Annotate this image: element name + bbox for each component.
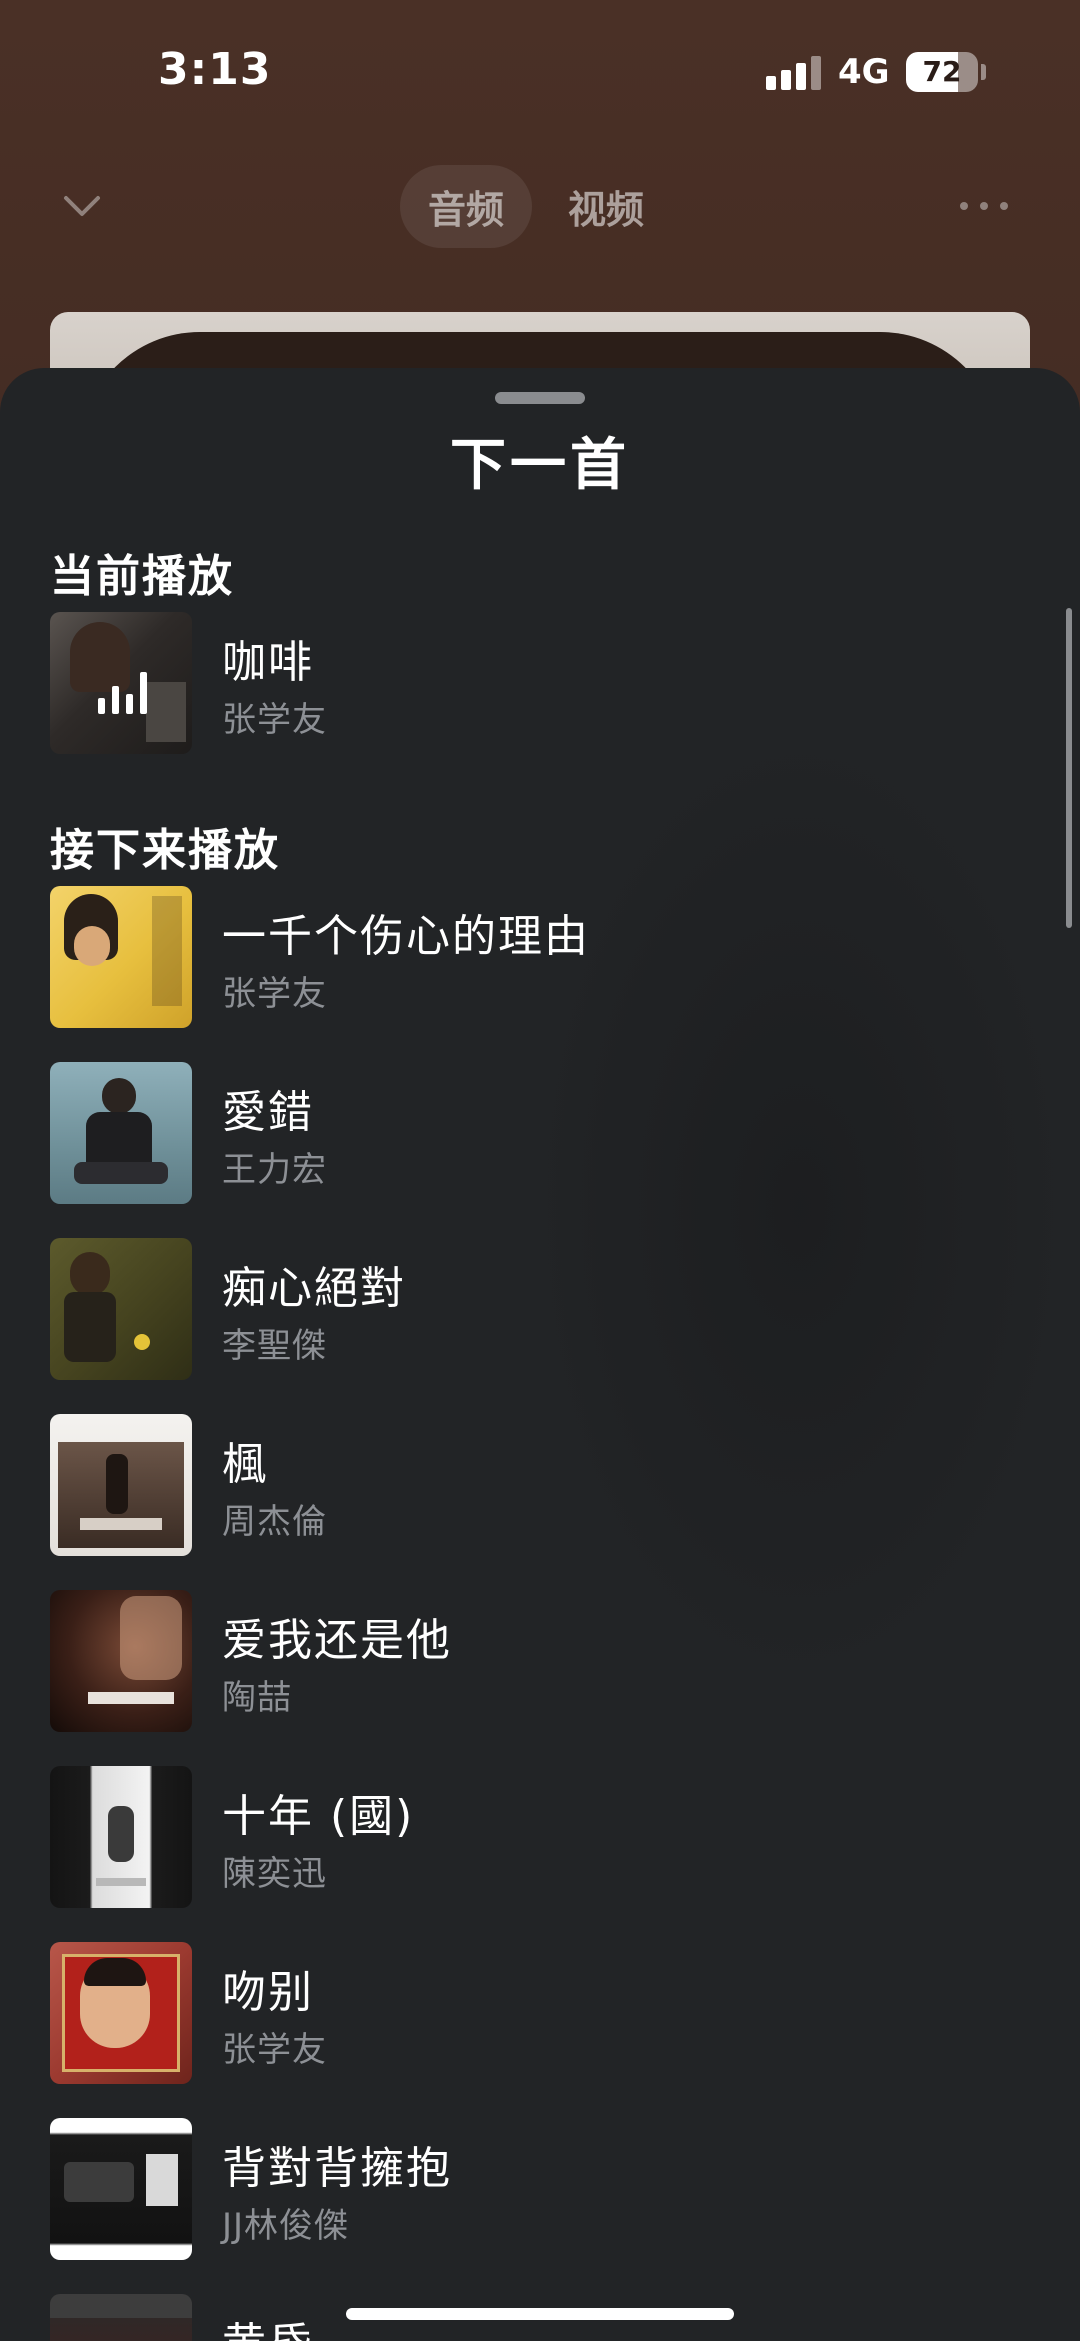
queue-item[interactable]: 楓 周杰倫	[50, 1414, 1030, 1556]
song-title: 吻别	[222, 1967, 314, 2018]
song-title: 痴心絕對	[222, 1263, 406, 1314]
chevron-down-icon[interactable]	[62, 186, 102, 226]
now-playing-label: 当前播放	[50, 551, 234, 602]
song-artist: 张学友	[222, 700, 327, 740]
album-cover	[50, 1062, 192, 1204]
album-cover	[50, 1766, 192, 1908]
album-cover	[50, 1414, 192, 1556]
song-artist: 陶喆	[222, 1678, 292, 1718]
song-title: 黄昏	[222, 2308, 314, 2341]
signal-icon	[766, 56, 822, 90]
song-artist: 周杰倫	[222, 1502, 327, 1542]
album-cover	[50, 1942, 192, 2084]
now-playing-item[interactable]: 咖啡 张学友	[50, 612, 1030, 754]
song-artist: 陳奕迅	[222, 1854, 327, 1894]
queue-item[interactable]: 愛錯 王力宏	[50, 1062, 1030, 1204]
queue-item[interactable]: 爱我还是他 陶喆	[50, 1590, 1030, 1732]
queue-item[interactable]: 背對背擁抱 JJ林俊傑	[50, 2118, 1030, 2260]
battery-icon: 72	[906, 52, 978, 92]
more-icon[interactable]	[960, 196, 1010, 216]
sheet-drag-handle[interactable]	[495, 392, 585, 404]
song-title: 十年 (國)	[222, 1791, 415, 1842]
up-next-label: 接下来播放	[50, 825, 280, 876]
equalizer-icon	[98, 664, 148, 714]
tab-audio[interactable]: 音频	[400, 164, 533, 248]
queue-item[interactable]: 一千个伤心的理由 张学友	[50, 886, 1030, 1028]
battery-tip	[981, 64, 986, 80]
tab-video[interactable]: 视频	[540, 165, 672, 248]
album-cover	[50, 2294, 192, 2341]
song-title: 背對背擁抱	[222, 2143, 452, 2194]
album-cover	[50, 1238, 192, 1380]
queue-item[interactable]: 十年 (國) 陳奕迅	[50, 1766, 1030, 1908]
song-title: 愛錯	[222, 1087, 314, 1138]
music-player-screen: 3:13 4G 72 音频 视频 下一首 当前播放 咖啡 张学友 接下来播放 一…	[0, 0, 1080, 2341]
status-bar: 3:13 4G 72	[0, 0, 1080, 140]
status-time: 3:13	[158, 44, 272, 95]
song-artist: 张学友	[222, 974, 327, 1014]
home-indicator[interactable]	[346, 2308, 734, 2320]
album-cover	[50, 2118, 192, 2260]
album-cover	[50, 886, 192, 1028]
queue-item[interactable]: 痴心絕對 李聖傑	[50, 1238, 1030, 1380]
scrollbar[interactable]	[1066, 608, 1072, 928]
song-artist: JJ林俊傑	[222, 2206, 350, 2246]
up-next-sheet: 下一首 当前播放 咖啡 张学友 接下来播放 一千个伤心的理由 张学友 愛錯 王力…	[0, 368, 1080, 2341]
song-title: 一千个伤心的理由	[222, 911, 590, 962]
sheet-title: 下一首	[450, 433, 630, 498]
queue-item[interactable]: 吻别 张学友	[50, 1942, 1030, 2084]
album-cover	[50, 612, 192, 754]
song-artist: 张学友	[222, 2030, 327, 2070]
song-title: 楓	[222, 1439, 268, 1490]
network-type: 4G	[838, 52, 890, 92]
media-mode-tabs: 音频 视频	[400, 160, 680, 252]
battery-level: 72	[922, 55, 962, 88]
song-artist: 李聖傑	[222, 1326, 327, 1366]
song-title: 爱我还是他	[222, 1615, 452, 1666]
album-cover	[50, 1590, 192, 1732]
song-title: 咖啡	[222, 637, 314, 688]
song-artist: 王力宏	[222, 1150, 327, 1190]
